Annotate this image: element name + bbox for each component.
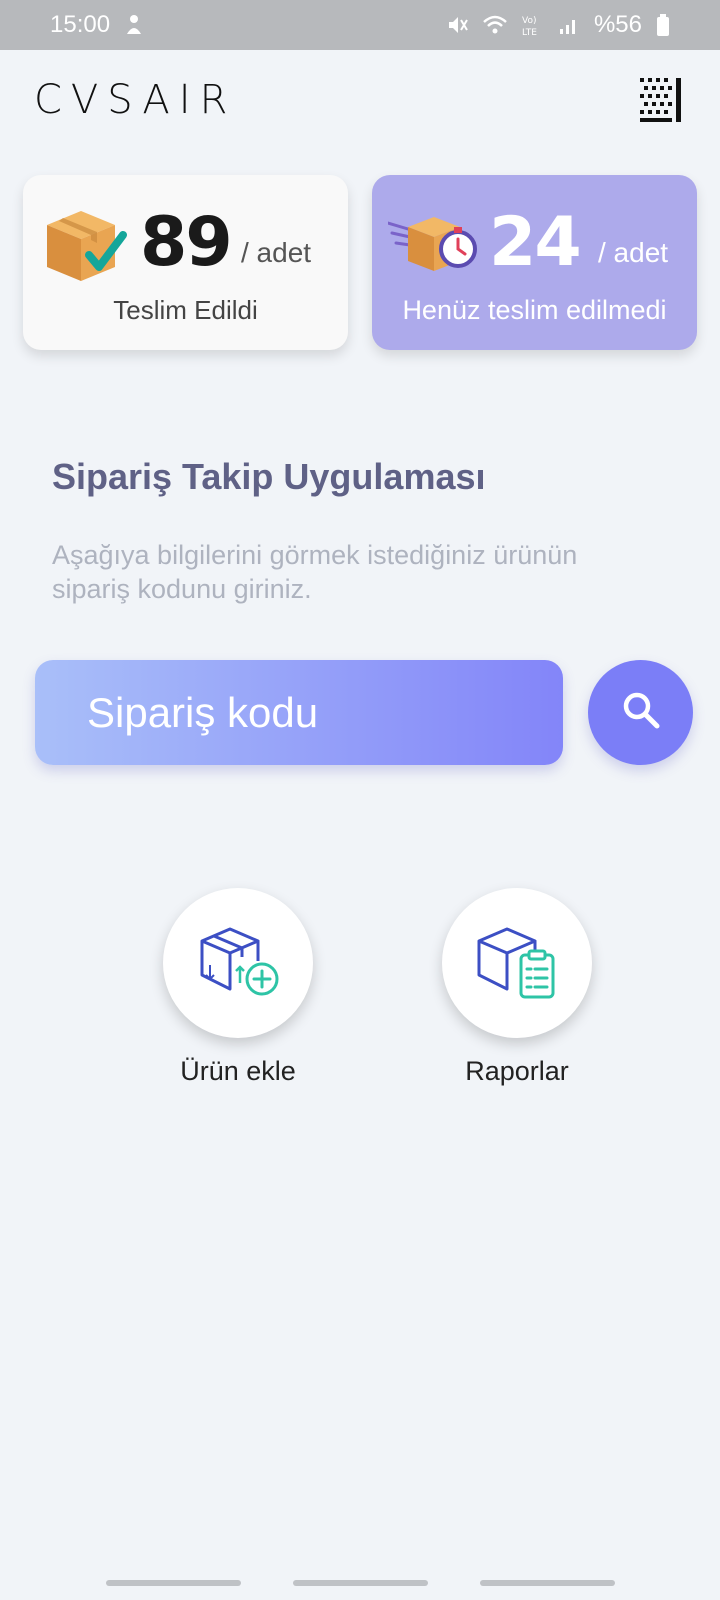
nav-recents[interactable] bbox=[105, 1579, 241, 1586]
mute-icon bbox=[446, 14, 468, 36]
signal-icon bbox=[558, 14, 580, 36]
delivered-unit: / adet bbox=[241, 237, 312, 268]
page-title: Sipariş Takip Uygulaması bbox=[52, 456, 486, 497]
pending-label: Henüz teslim edilmedi bbox=[402, 295, 667, 325]
nav-home[interactable] bbox=[292, 1579, 428, 1586]
notification-icon bbox=[124, 14, 144, 36]
qr-code-icon[interactable] bbox=[640, 78, 684, 122]
pending-unit: / adet bbox=[598, 237, 669, 268]
add-product-label: Ürün ekle bbox=[180, 1056, 296, 1086]
reports-circle[interactable] bbox=[442, 888, 592, 1038]
search-button[interactable] bbox=[588, 660, 693, 765]
wifi-icon bbox=[482, 14, 508, 36]
volte-lte-icon: Vo) LTE bbox=[522, 13, 544, 37]
order-code-input[interactable] bbox=[87, 688, 563, 737]
system-nav-bar bbox=[0, 1565, 720, 1600]
pending-count: 24 bbox=[489, 203, 582, 282]
search-icon bbox=[620, 689, 662, 736]
status-bar: 15:00 Vo) LTE %56 bbox=[0, 0, 720, 50]
svg-text:Vo): Vo) bbox=[522, 16, 536, 26]
box-check-icon bbox=[39, 197, 129, 287]
status-time: 15:00 bbox=[50, 11, 111, 38]
battery-icon bbox=[656, 13, 670, 37]
delivered-stat-card[interactable]: 89 / adet Teslim Edildi bbox=[23, 175, 348, 350]
box-timer-icon bbox=[386, 197, 478, 287]
add-product-circle[interactable] bbox=[163, 888, 313, 1038]
box-report-icon bbox=[475, 921, 559, 1006]
brand-logo: CVSAIR bbox=[34, 77, 237, 123]
pending-stat-card[interactable]: 24 / adet Henüz teslim edilmedi bbox=[372, 175, 697, 350]
svg-text:LTE: LTE bbox=[522, 28, 537, 37]
nav-back[interactable] bbox=[479, 1579, 615, 1586]
reports-button[interactable]: Raporlar bbox=[442, 888, 592, 1087]
delivered-label: Teslim Edildi bbox=[113, 295, 258, 325]
app-header: CVSAIR bbox=[0, 50, 720, 150]
add-product-button[interactable]: Ürün ekle bbox=[163, 888, 313, 1087]
search-box[interactable] bbox=[35, 660, 563, 765]
battery-percent: %56 bbox=[593, 11, 642, 38]
reports-label: Raporlar bbox=[465, 1056, 569, 1086]
delivered-count: 89 bbox=[140, 203, 233, 282]
box-add-icon bbox=[196, 921, 280, 1006]
page-description: Aşağıya bilgilerini görmek istediğiniz ü… bbox=[52, 540, 578, 604]
